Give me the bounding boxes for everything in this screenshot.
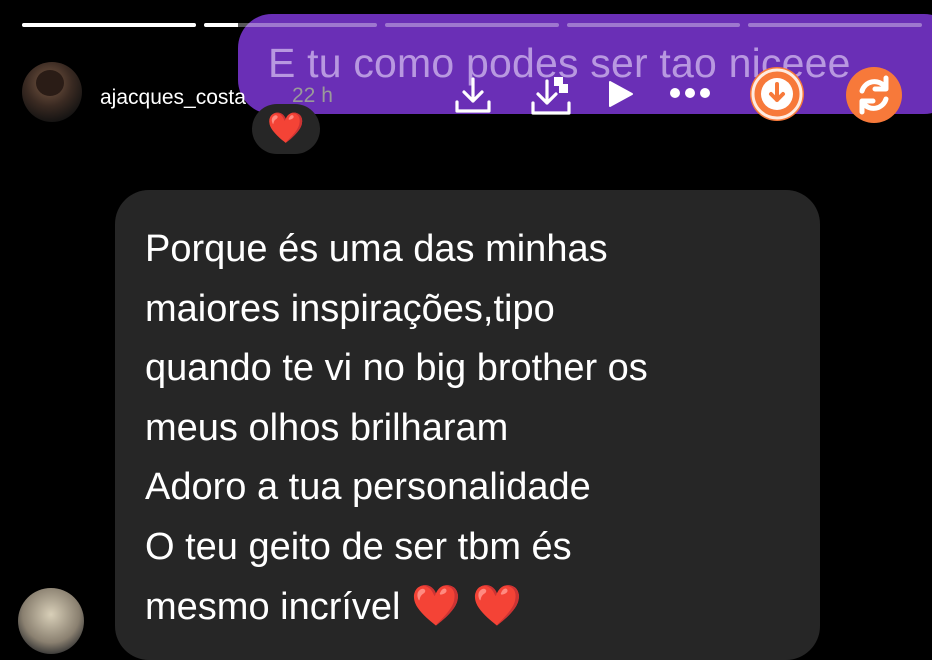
play-icon[interactable] xyxy=(604,78,636,110)
message-line: quando te vi no big brother os xyxy=(145,347,648,389)
sender-avatar[interactable] xyxy=(18,588,84,654)
story-progress-segment xyxy=(22,23,196,27)
story-progress-segment xyxy=(203,23,378,27)
heart-emoji-icon: ❤️ ❤️ xyxy=(411,584,522,628)
segment-fill xyxy=(203,23,239,27)
download-icon[interactable] xyxy=(452,74,494,116)
reaction-badge[interactable]: ❤️ xyxy=(252,104,320,154)
heart-reaction-icon: ❤️ xyxy=(267,112,305,145)
message-text: Porque és uma das minhas maiores inspira… xyxy=(145,220,648,638)
avatar[interactable] xyxy=(22,62,82,122)
story-progress-segment xyxy=(385,23,559,27)
story-progress-segment xyxy=(748,23,922,27)
download-all-icon[interactable] xyxy=(528,74,574,120)
message-line: mesmo incrível xyxy=(145,586,401,628)
sync-icon[interactable] xyxy=(846,67,902,123)
message-line: maiores inspirações,tipo xyxy=(145,287,555,330)
download-circle-icon[interactable] xyxy=(750,67,804,121)
message-line: O teu geito de ser tbm és xyxy=(145,525,572,568)
segment-fill xyxy=(22,23,196,27)
message-line: Adoro a tua personalidade xyxy=(145,466,591,508)
story-progress-segment xyxy=(566,23,741,27)
message-line-last: mesmo incrível ❤️ ❤️ xyxy=(145,577,648,638)
message-line: Porque és uma das minhas xyxy=(145,228,608,270)
story-progress-bar xyxy=(22,23,922,27)
more-icon[interactable] xyxy=(668,84,712,102)
username[interactable]: ajacques_costa xyxy=(100,86,246,110)
message-line: meus olhos brilharam xyxy=(145,406,509,449)
